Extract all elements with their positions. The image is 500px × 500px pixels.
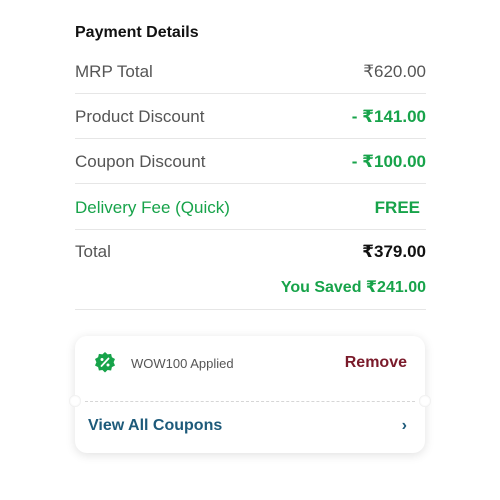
- ticket-notch-left: [69, 395, 81, 407]
- coupon-discount-value: - ₹100.00: [351, 152, 426, 171]
- delivery-fee-label: Delivery Fee (Quick): [75, 198, 230, 217]
- mrp-total-row: MRP Total ₹620.00: [75, 62, 426, 82]
- remove-coupon-button[interactable]: Remove: [345, 354, 407, 372]
- ticket-notch-right: [419, 395, 431, 407]
- you-saved-text: You Saved ₹241.00: [280, 279, 426, 296]
- view-all-coupons-button[interactable]: View All Coupons ›: [88, 414, 407, 438]
- divider: [75, 138, 426, 139]
- coupon-discount-row: Coupon Discount - ₹100.00: [75, 152, 426, 172]
- mrp-total-label: MRP Total: [75, 62, 153, 81]
- divider: [75, 93, 426, 94]
- divider: [75, 183, 426, 184]
- mrp-total-value: ₹620.00: [363, 62, 426, 81]
- applied-coupon-row: WOW100 Applied Remove: [93, 349, 407, 377]
- total-label: Total: [75, 242, 111, 261]
- delivery-fee-row: Delivery Fee (Quick) FREE: [75, 198, 426, 218]
- discount-badge-icon: [93, 351, 117, 375]
- applied-coupon-text: WOW100 Applied: [131, 355, 234, 371]
- total-value: ₹379.00: [362, 242, 426, 261]
- product-discount-value: - ₹141.00: [351, 107, 426, 126]
- divider: [75, 229, 426, 230]
- coupon-discount-label: Coupon Discount: [75, 152, 206, 171]
- payment-details-title: Payment Details: [75, 24, 199, 41]
- divider: [75, 309, 426, 310]
- dashed-divider: [85, 401, 415, 402]
- view-all-coupons-label: View All Coupons: [88, 417, 223, 434]
- delivery-fee-value: FREE: [374, 198, 420, 217]
- chevron-right-icon: ›: [401, 417, 407, 434]
- coupon-card: WOW100 Applied Remove View All Coupons ›: [69, 336, 431, 453]
- product-discount-row: Product Discount - ₹141.00: [75, 107, 426, 127]
- total-row: Total ₹379.00: [75, 242, 426, 262]
- product-discount-label: Product Discount: [75, 107, 205, 126]
